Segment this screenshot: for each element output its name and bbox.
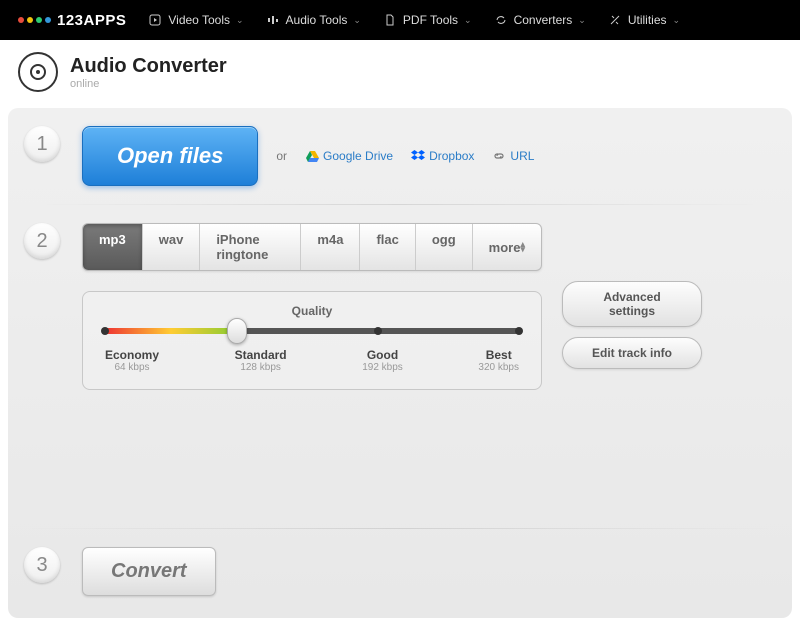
step-1: 1 Open files or Google Drive Dropbox URL bbox=[8, 108, 792, 204]
slider-handle[interactable] bbox=[227, 318, 247, 344]
nav-pdf-tools[interactable]: PDF Tools⌄ bbox=[383, 13, 472, 27]
updown-icon: ▴▾ bbox=[520, 242, 525, 253]
spacer bbox=[8, 408, 792, 528]
source-url[interactable]: URL bbox=[492, 149, 534, 163]
nav-video-tools[interactable]: Video Tools⌄ bbox=[148, 13, 243, 27]
quality-label-good: Good192 kbps bbox=[362, 348, 403, 373]
link-icon bbox=[492, 149, 506, 163]
chevron-down-icon: ⌄ bbox=[464, 15, 472, 26]
page-subtitle: online bbox=[70, 78, 227, 90]
quality-slider[interactable] bbox=[105, 328, 519, 334]
page-title: Audio Converter bbox=[70, 55, 227, 78]
nav-audio-tools[interactable]: Audio Tools⌄ bbox=[266, 13, 361, 27]
format-tab-iphone[interactable]: iPhone ringtone bbox=[200, 224, 301, 270]
format-tab-wav[interactable]: wav bbox=[143, 224, 201, 270]
quality-panel: Quality Economy64 kbps Standard128 kbps … bbox=[82, 291, 542, 390]
logo-dots bbox=[18, 17, 51, 23]
main-panel: 1 Open files or Google Drive Dropbox URL… bbox=[8, 108, 792, 618]
convert-button[interactable]: Convert bbox=[82, 547, 216, 596]
format-tab-ogg[interactable]: ogg bbox=[416, 224, 473, 270]
step-3: 3 Convert bbox=[8, 529, 792, 618]
chevron-down-icon: ⌄ bbox=[673, 15, 681, 26]
document-icon bbox=[383, 13, 397, 27]
tools-icon bbox=[608, 13, 622, 27]
quality-label-economy: Economy64 kbps bbox=[105, 348, 159, 373]
advanced-settings-button[interactable]: Advanced settings bbox=[562, 281, 702, 327]
quality-label-standard: Standard128 kbps bbox=[235, 348, 287, 373]
page-header: Audio Converter online bbox=[0, 40, 800, 100]
chevron-down-icon: ⌄ bbox=[236, 15, 244, 26]
quality-labels: Economy64 kbps Standard128 kbps Good192 … bbox=[105, 348, 519, 373]
slider-stop bbox=[374, 327, 382, 335]
slider-stop bbox=[101, 327, 109, 335]
equalizer-icon bbox=[266, 13, 280, 27]
format-tabs: mp3 wav iPhone ringtone m4a flac ogg mor… bbox=[82, 223, 542, 271]
step-number-3: 3 bbox=[24, 547, 60, 583]
format-tab-flac[interactable]: flac bbox=[360, 224, 415, 270]
step-2: 2 mp3 wav iPhone ringtone m4a flac ogg m… bbox=[8, 205, 792, 408]
format-tab-more[interactable]: more ▴▾ bbox=[473, 224, 541, 270]
quality-title: Quality bbox=[105, 304, 519, 318]
brand-name: 123APPS bbox=[57, 12, 126, 29]
refresh-icon bbox=[494, 13, 508, 27]
nav-converters[interactable]: Converters⌄ bbox=[494, 13, 586, 27]
edit-track-info-button[interactable]: Edit track info bbox=[562, 337, 702, 369]
format-tab-mp3[interactable]: mp3 bbox=[83, 224, 143, 270]
dropbox-icon bbox=[411, 149, 425, 163]
vinyl-icon bbox=[18, 52, 58, 92]
chevron-down-icon: ⌄ bbox=[578, 15, 586, 26]
slider-fill bbox=[105, 328, 237, 334]
open-files-button[interactable]: Open files bbox=[82, 126, 258, 186]
play-icon bbox=[148, 13, 162, 27]
step-number-1: 1 bbox=[24, 126, 60, 162]
source-google-drive[interactable]: Google Drive bbox=[305, 149, 393, 163]
slider-stop bbox=[515, 327, 523, 335]
source-dropbox[interactable]: Dropbox bbox=[411, 149, 474, 163]
chevron-down-icon: ⌄ bbox=[353, 15, 361, 26]
format-tab-m4a[interactable]: m4a bbox=[301, 224, 360, 270]
brand-logo[interactable]: 123APPS bbox=[18, 12, 126, 29]
quality-label-best: Best320 kbps bbox=[478, 348, 519, 373]
google-drive-icon bbox=[305, 149, 319, 163]
step-number-2: 2 bbox=[24, 223, 60, 259]
nav-utilities[interactable]: Utilities⌄ bbox=[608, 13, 680, 27]
or-text: or bbox=[276, 149, 287, 163]
top-nav: 123APPS Video Tools⌄ Audio Tools⌄ PDF To… bbox=[0, 0, 800, 40]
